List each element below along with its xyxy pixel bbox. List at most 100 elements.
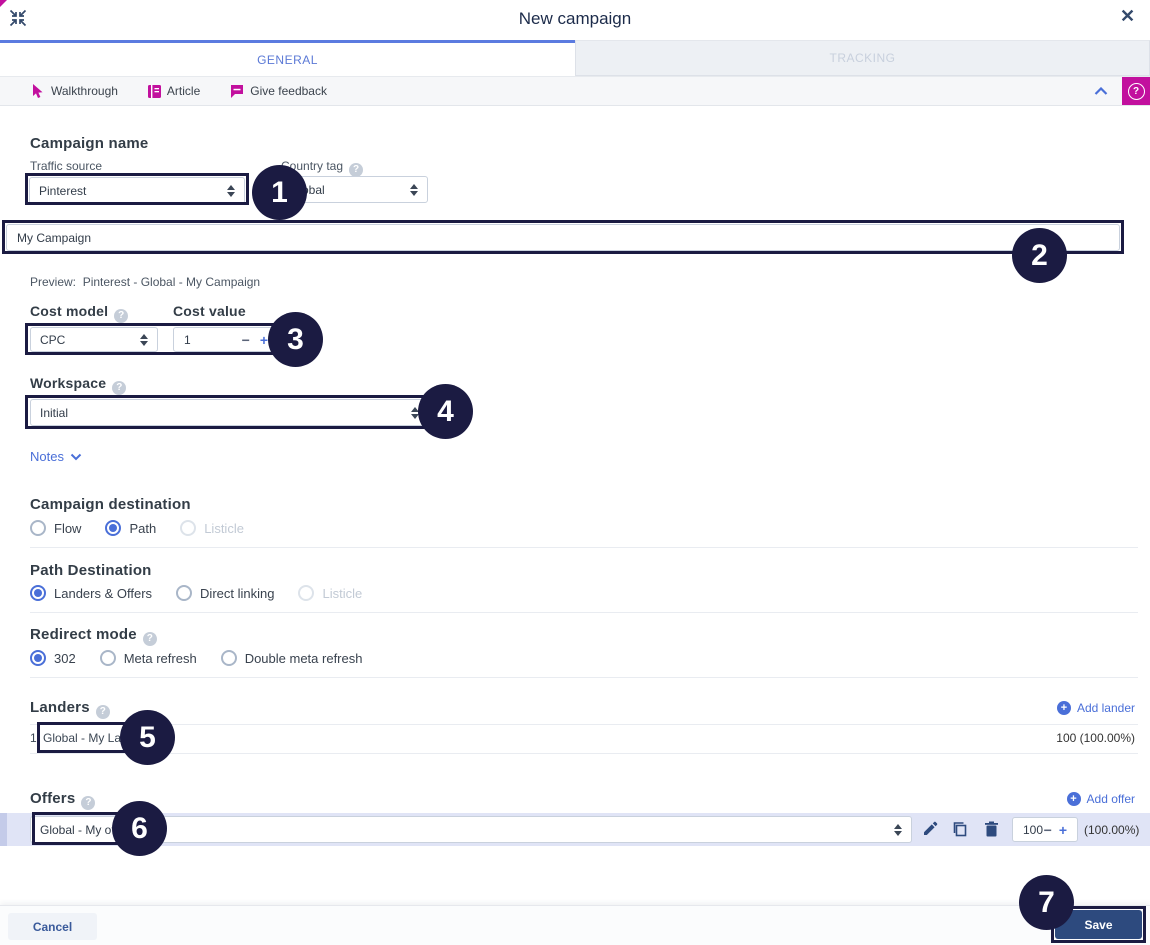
tab-tracking[interactable]: TRACKING <box>575 40 1150 76</box>
walkthrough-label: Walkthrough <box>51 84 118 98</box>
select-arrows-icon <box>227 185 235 197</box>
walkthrough-button[interactable]: Walkthrough <box>32 84 118 99</box>
chevron-down-icon <box>70 453 82 461</box>
campaign-name-value: My Campaign <box>17 231 91 245</box>
offer-row-drag-handle[interactable] <box>0 813 7 846</box>
step-badge-3: 3 <box>268 312 323 367</box>
workspace-select[interactable]: Initial <box>30 399 429 426</box>
divider <box>30 547 1138 548</box>
lander-row-index: 1. <box>30 731 40 745</box>
radio-double-meta-refresh[interactable]: Double meta refresh <box>221 650 363 666</box>
cost-model-value: CPC <box>40 333 65 347</box>
radio-listicle-path: Listicle <box>298 585 362 601</box>
radio-302[interactable]: 302 <box>30 650 76 666</box>
duplicate-offer-icon[interactable] <box>952 821 968 837</box>
radio-path-label: Path <box>129 521 156 536</box>
close-icon[interactable]: ✕ <box>1120 6 1135 27</box>
radio-flow-label: Flow <box>54 521 81 536</box>
add-lander-button[interactable]: Add lander <box>1057 701 1135 715</box>
workspace-heading: Workspace <box>30 375 106 391</box>
cost-model-help-icon[interactable] <box>114 309 128 323</box>
landers-heading: Landers <box>30 699 90 716</box>
give-feedback-button[interactable]: Give feedback <box>230 84 327 98</box>
help-button[interactable]: ? <box>1122 77 1150 105</box>
offer-row: Global - My offer 100 <box>0 813 1150 846</box>
landers-help-icon[interactable] <box>96 705 110 719</box>
radio-circle-icon <box>298 585 314 601</box>
step-badge-6: 6 <box>112 801 167 856</box>
radio-circle-icon <box>180 520 196 536</box>
dialog-footer: Cancel <box>0 905 1150 945</box>
plus-circle-icon <box>1057 701 1071 715</box>
radio-landers-offers-label: Landers & Offers <box>54 586 152 601</box>
radio-meta-refresh[interactable]: Meta refresh <box>100 650 197 666</box>
cost-value-input[interactable]: 1 − + <box>173 327 279 352</box>
preview-text: Preview: Pinterest - Global - My Campaig… <box>30 275 260 289</box>
offer-weight-input[interactable]: 100 − + <box>1012 817 1078 842</box>
radio-direct-linking-label: Direct linking <box>200 586 274 601</box>
tab-general[interactable]: GENERAL <box>0 40 575 76</box>
notes-label: Notes <box>30 449 64 464</box>
add-lander-label: Add lander <box>1077 701 1135 715</box>
cost-model-heading: Cost model <box>30 303 108 319</box>
radio-circle-icon <box>100 650 116 666</box>
increment-icon[interactable]: + <box>1059 822 1067 838</box>
radio-circle-icon <box>105 520 121 536</box>
redirect-mode-heading-wrap: Redirect mode <box>30 626 157 646</box>
radio-path[interactable]: Path <box>105 520 156 536</box>
step-badge-2: 2 <box>1012 228 1067 283</box>
radio-landers-offers[interactable]: Landers & Offers <box>30 585 152 601</box>
country-tag-help-icon[interactable] <box>349 163 363 177</box>
cost-model-heading-wrap: Cost model <box>30 303 128 323</box>
collapse-toolbar-icon[interactable] <box>1094 87 1108 96</box>
offers-heading: Offers <box>30 790 75 807</box>
decrement-icon[interactable]: − <box>1044 822 1052 838</box>
cost-value: 1 <box>184 333 191 347</box>
divider <box>30 724 1138 725</box>
article-button[interactable]: Article <box>148 84 200 98</box>
cancel-button[interactable]: Cancel <box>8 913 97 940</box>
radio-circle-icon <box>176 585 192 601</box>
redirect-mode-help-icon[interactable] <box>143 632 157 646</box>
article-icon <box>148 85 161 98</box>
divider <box>30 753 1138 754</box>
campaign-name-input[interactable]: My Campaign <box>6 224 1120 251</box>
traffic-source-select[interactable]: Pinterest <box>29 177 245 204</box>
select-arrows-icon <box>140 334 148 346</box>
step-badge-1: 1 <box>252 165 307 220</box>
select-arrows-icon <box>894 824 902 836</box>
plus-circle-icon <box>1067 792 1081 806</box>
article-label: Article <box>167 84 200 98</box>
radio-circle-icon <box>30 650 46 666</box>
offer-weight-value: 100 <box>1023 823 1043 837</box>
give-feedback-label: Give feedback <box>250 84 327 98</box>
cost-model-select[interactable]: CPC <box>30 327 158 352</box>
radio-double-meta-refresh-label: Double meta refresh <box>245 651 363 666</box>
workspace-help-icon[interactable] <box>112 381 126 395</box>
new-campaign-dialog: New campaign ✕ GENERAL TRACKING Walkthro… <box>0 0 1150 945</box>
radio-flow[interactable]: Flow <box>30 520 81 536</box>
divider <box>30 612 1138 613</box>
add-offer-button[interactable]: Add offer <box>1067 792 1135 806</box>
radio-listicle-path-label: Listicle <box>322 586 362 601</box>
lander-row-weight: 100 (100.00%) <box>1056 731 1135 745</box>
radio-meta-refresh-label: Meta refresh <box>124 651 197 666</box>
divider <box>30 677 1138 678</box>
workspace-value: Initial <box>40 406 68 420</box>
edit-offer-icon[interactable] <box>922 821 938 837</box>
select-arrows-icon <box>410 184 418 196</box>
cursor-artifact-icon <box>0 0 13 8</box>
path-destination-radios: Landers & Offers Direct linking Listicle <box>30 585 386 601</box>
add-offer-label: Add offer <box>1087 792 1135 806</box>
question-icon: ? <box>1128 83 1145 100</box>
increment-icon[interactable]: + <box>260 332 268 348</box>
step-badge-5: 5 <box>120 710 175 765</box>
radio-direct-linking[interactable]: Direct linking <box>176 585 274 601</box>
traffic-source-label: Traffic source <box>30 159 102 173</box>
delete-offer-icon[interactable] <box>984 821 999 837</box>
offers-help-icon[interactable] <box>81 796 95 810</box>
step-badge-7: 7 <box>1019 875 1074 930</box>
landers-heading-wrap: Landers <box>30 699 110 719</box>
decrement-icon[interactable]: − <box>242 332 250 348</box>
notes-toggle[interactable]: Notes <box>30 449 82 464</box>
